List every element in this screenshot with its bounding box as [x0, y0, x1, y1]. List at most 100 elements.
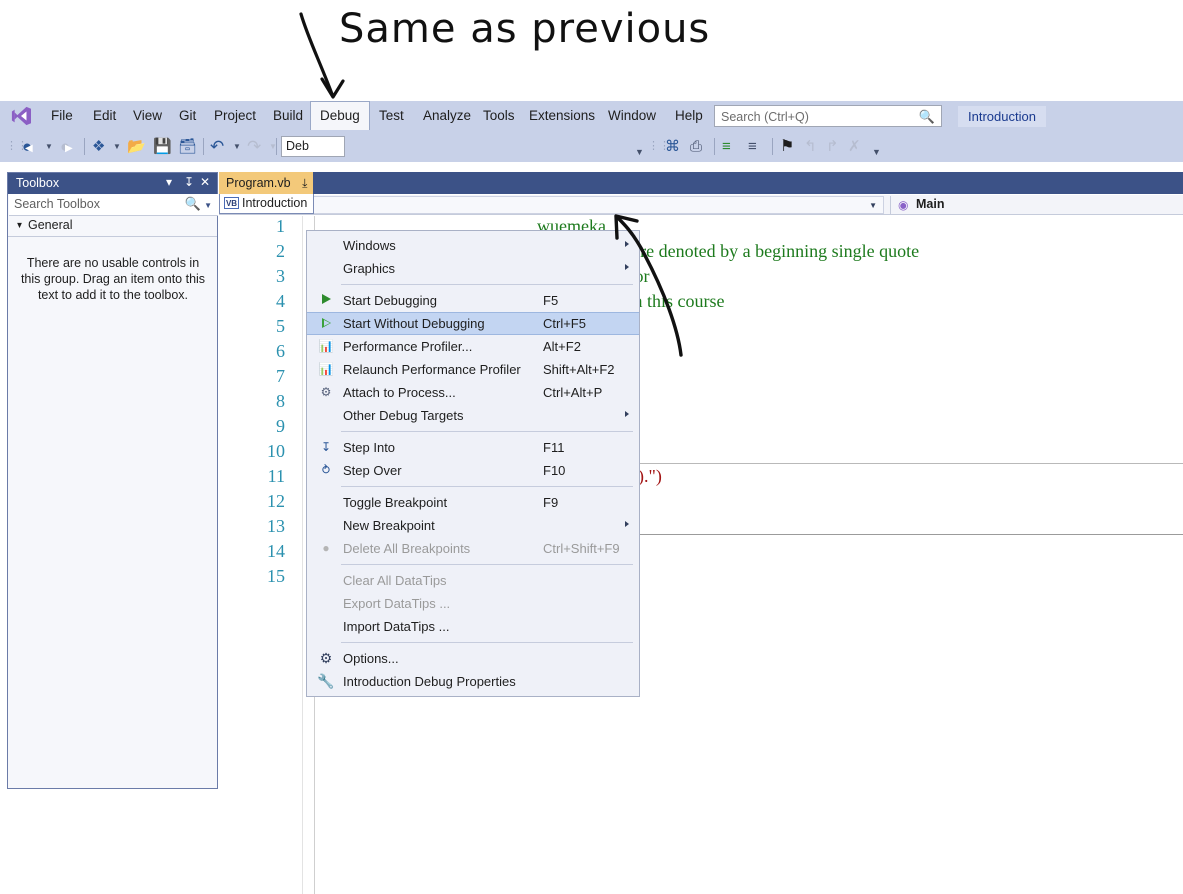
menu-test[interactable]: Test — [370, 101, 413, 131]
submenu-arrow-icon — [625, 514, 629, 537]
toolbox-panel: Toolbox ▾ ↧ ✕ Search Toolbox 🔍 ▼ ▼ Gener… — [7, 172, 218, 789]
menu-debug[interactable]: Debug — [310, 101, 370, 130]
menu-analyze[interactable]: Analyze — [414, 101, 480, 131]
open-file-icon[interactable]: 📂 — [127, 138, 146, 155]
menu-view[interactable]: View — [124, 101, 171, 131]
line-number: 10 — [267, 441, 285, 461]
toolbar-options-caret-icon[interactable]: ▼ — [872, 144, 881, 161]
line-number: 13 — [267, 516, 285, 536]
menu-item-start-debugging[interactable]: Start Debugging F5 — [307, 289, 639, 312]
menu-item-step-over[interactable]: ⥁ Step Over F10 — [307, 459, 639, 482]
undo-icon[interactable]: ↶ — [210, 138, 224, 155]
play-hollow-icon — [317, 313, 335, 336]
decrease-indent-icon[interactable]: ≡ — [748, 138, 757, 155]
menu-item-options[interactable]: ⚙ Options... — [307, 647, 639, 670]
chevron-down-icon[interactable]: ▼ — [869, 201, 877, 210]
line-number: 14 — [267, 541, 285, 561]
menu-window[interactable]: Window — [599, 101, 665, 131]
menu-item-performance-profiler[interactable]: 📊 Performance Profiler... Alt+F2 — [307, 335, 639, 358]
search-icon[interactable]: 🔍 — [919, 109, 935, 125]
next-bookmark-icon: ↱ — [826, 138, 839, 155]
chevron-down-icon[interactable]: ▼ — [204, 201, 212, 210]
menu-item-start-without-debugging[interactable]: Start Without Debugging Ctrl+F5 — [307, 312, 639, 335]
menu-edit[interactable]: Edit — [84, 101, 125, 131]
toolbar-separator-4 — [714, 138, 715, 155]
close-icon[interactable]: ✕ — [200, 175, 210, 189]
menu-item-import-datatips[interactable]: Import DataTips ... — [307, 615, 639, 638]
navigate-back-caret-icon[interactable]: ▼ — [45, 142, 53, 151]
menu-item-graphics[interactable]: Graphics — [307, 257, 639, 280]
toolbox-group-label: General — [28, 218, 73, 232]
menu-item-shortcut: Ctrl+Alt+P — [543, 385, 603, 400]
standard-toolbar: ⋮⋮ ● ◀ ▼ ● ▶ ❖ ▼ 📂 💾 🗃 ↶ ▼ ↷ ▼ Deb ▼ ⋮⋮ … — [0, 131, 1183, 162]
menu-build[interactable]: Build — [264, 101, 312, 131]
toolbox-group-general[interactable]: ▼ General — [8, 216, 217, 237]
delete-breakpoints-icon: ● — [322, 541, 330, 555]
line-number: 7 — [276, 366, 285, 386]
menu-item-new-breakpoint[interactable]: New Breakpoint — [307, 514, 639, 537]
menu-item-attach-to-process[interactable]: ⚙ Attach to Process... Ctrl+Alt+P — [307, 381, 639, 404]
menu-item-relaunch-performance-profiler[interactable]: 📊 Relaunch Performance Profiler Shift+Al… — [307, 358, 639, 381]
menu-item-label: Export DataTips ... — [343, 596, 451, 611]
uncomment-icon[interactable]: ⎙ — [690, 138, 702, 155]
menu-git[interactable]: Git — [170, 101, 205, 131]
toolbox-header: Toolbox ▾ ↧ ✕ — [8, 173, 217, 194]
visual-studio-logo-icon — [11, 106, 31, 126]
new-project-icon[interactable]: ❖ — [92, 138, 105, 155]
menu-help[interactable]: Help — [666, 101, 712, 131]
submenu-arrow-icon — [625, 404, 629, 427]
menu-item-shortcut: Ctrl+F5 — [543, 316, 586, 331]
introduction-badge[interactable]: Introduction — [958, 106, 1046, 127]
line-number: 6 — [276, 341, 285, 361]
menu-item-introduction-debug-properties[interactable]: 🔧 Introduction Debug Properties — [307, 670, 639, 693]
search-placeholder: Search (Ctrl+Q) — [721, 110, 809, 124]
chevron-down-icon[interactable]: ▾ — [166, 175, 172, 189]
comment-icon[interactable]: ⌘ — [665, 138, 680, 155]
menu-item-other-debug-targets[interactable]: Other Debug Targets — [307, 404, 639, 427]
menu-item-label: Relaunch Performance Profiler — [343, 362, 521, 377]
tab-program-vb[interactable]: Program.vb ⤓ — [219, 172, 314, 194]
clear-bookmarks-icon: ✗ — [848, 138, 861, 155]
save-icon[interactable]: 💾 — [153, 138, 172, 155]
solution-configuration-combo[interactable]: Deb — [281, 136, 345, 157]
menu-item-label: Options... — [343, 651, 399, 666]
increase-indent-icon[interactable]: ≡ — [722, 138, 731, 155]
search-icon[interactable]: 🔍 — [185, 196, 201, 212]
save-all-icon[interactable]: 🗃 — [178, 138, 197, 155]
toolbar-overflow-caret-icon[interactable]: ▼ — [635, 144, 644, 161]
step-over-icon: ⥁ — [321, 463, 331, 477]
pin-tab-icon[interactable]: ⤓ — [302, 176, 307, 190]
line-number: 9 — [276, 416, 285, 436]
undo-caret-icon[interactable]: ▼ — [233, 142, 241, 151]
menu-item-windows[interactable]: Windows — [307, 234, 639, 257]
search-input[interactable]: Search (Ctrl+Q) 🔍 — [714, 105, 942, 127]
toolbox-empty-message: There are no usable controls in this gro… — [20, 256, 206, 302]
new-project-caret-icon[interactable]: ▼ — [113, 142, 121, 151]
menu-item-step-into[interactable]: ↧ Step Into F11 — [307, 436, 639, 459]
toolbox-search-input[interactable]: Search Toolbox 🔍 ▼ — [9, 194, 218, 216]
menu-item-toggle-breakpoint[interactable]: Toggle Breakpoint F9 — [307, 491, 639, 514]
menu-item-label: Graphics — [343, 261, 396, 276]
menu-project[interactable]: Project — [205, 101, 265, 131]
navigate-forward-glyph: ▶ — [65, 143, 73, 154]
navigation-type-dropdown[interactable]: ▼ — [229, 196, 884, 214]
menu-extensions[interactable]: Extensions — [520, 101, 604, 131]
menu-separator — [341, 284, 633, 285]
play-solid-icon — [317, 289, 335, 312]
expander-triangle-icon[interactable]: ▼ — [15, 220, 23, 230]
step-into-icon: ↧ — [320, 440, 332, 454]
toolbar-separator-5 — [772, 138, 773, 155]
navigation-member-dropdown[interactable]: Main — [916, 197, 944, 211]
menu-tools[interactable]: Tools — [474, 101, 524, 131]
menu-file[interactable]: File — [42, 101, 82, 131]
document-project-tab[interactable]: VB Introduction — [219, 194, 315, 214]
bookmark-icon[interactable]: ⚑ — [780, 138, 794, 155]
menu-item-shortcut: F5 — [543, 293, 559, 308]
pin-icon[interactable]: ↧ — [184, 175, 194, 189]
menu-item-export-datatips: Export DataTips ... — [307, 592, 639, 615]
navigate-back-glyph: ◀ — [25, 143, 33, 154]
menu-item-shortcut: Shift+Alt+F2 — [543, 362, 615, 377]
line-number: 15 — [267, 566, 285, 586]
submenu-arrow-icon — [625, 257, 629, 280]
annotation-arrow-to-debug — [299, 12, 334, 96]
